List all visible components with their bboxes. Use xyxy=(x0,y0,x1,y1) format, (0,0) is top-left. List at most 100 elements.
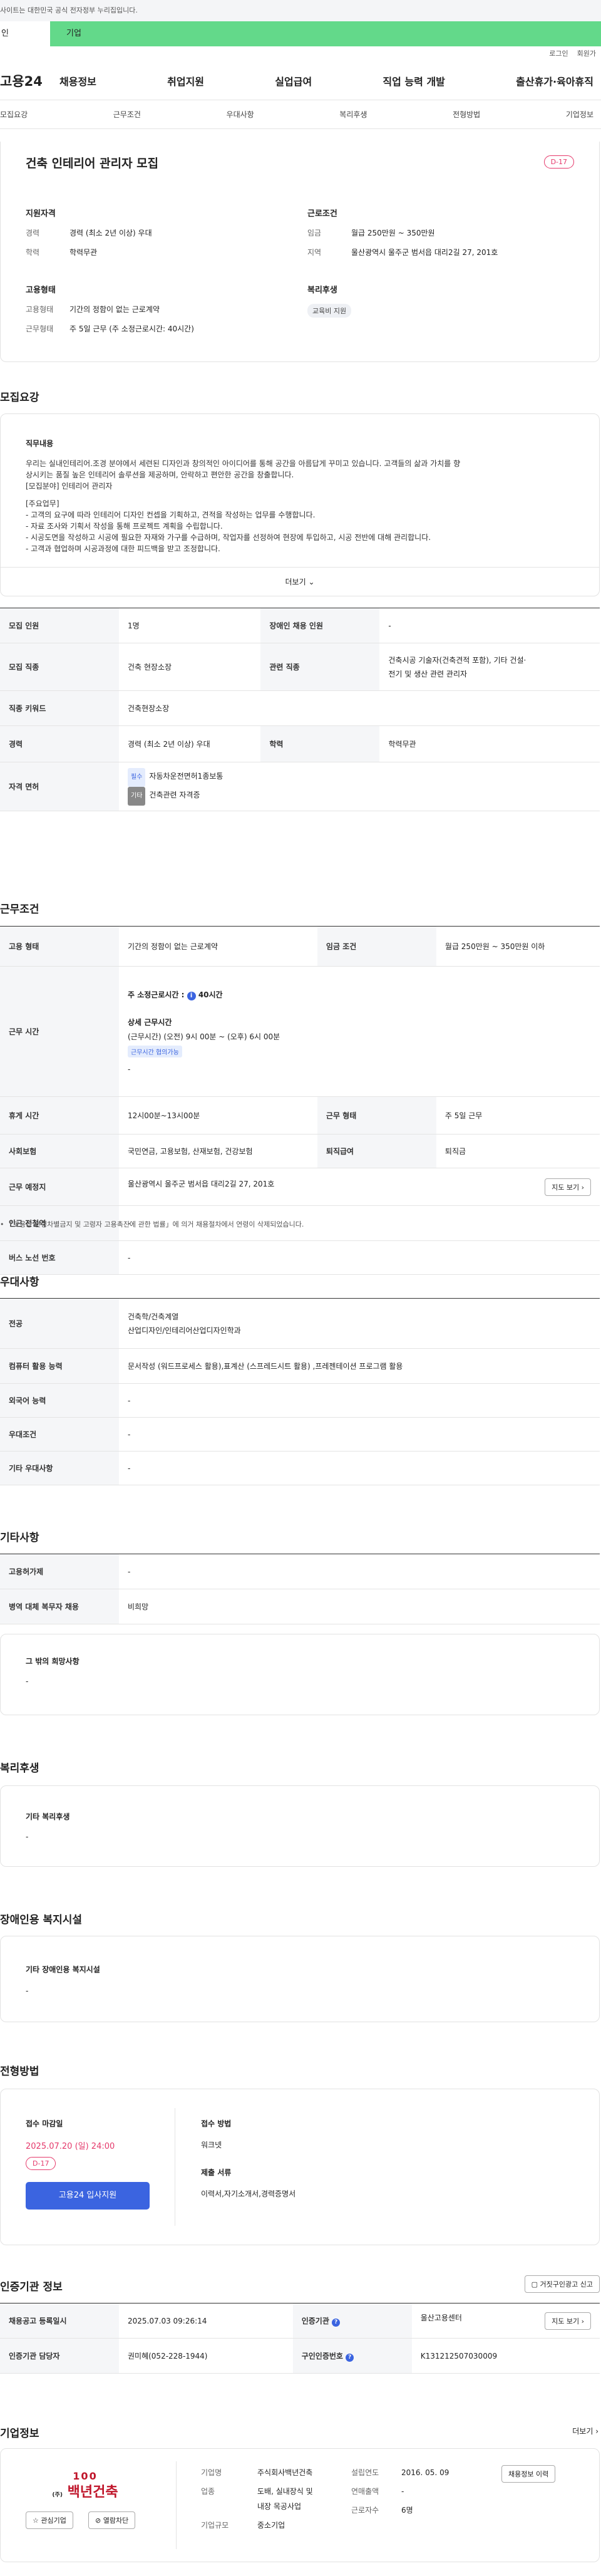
gov-notice-bar: 사이트는 대한민국 공식 전자정부 누리집입니다. xyxy=(0,0,601,21)
cond-value: 월급 250만원 ~ 350만원 xyxy=(351,229,435,237)
signup-link[interactable]: 회원가 xyxy=(577,49,596,58)
segment-corporate[interactable]: 기업 xyxy=(50,21,601,46)
cell-value: 주 5일 근무 xyxy=(436,1096,600,1135)
false-ad-report-button[interactable]: ▢ 거짓구인광고 신고 xyxy=(524,2275,600,2293)
emp-block: 고용형태 고용형태 기간의 정함이 없는 근로계약 근무형태 주 5일 근무 (주 … xyxy=(26,283,289,343)
org-label: 인증기관 xyxy=(301,2316,329,2325)
company-more-link[interactable]: 더보기 › xyxy=(572,2426,598,2436)
job-summary-card: 건축 인테리어 관리자 모집 D-17 지원자격 경력 경력 (최소 2년 이상)… xyxy=(0,142,600,362)
cell-label: 인증기관 ? xyxy=(292,2303,412,2339)
table-row: 자격 면허 필수 자동차운전면허1종보통 기타 건축관련 자격증 xyxy=(0,762,600,811)
cell-value: 건축 현장소장 xyxy=(119,643,261,691)
more-button[interactable]: 더보기 ⌄ xyxy=(1,567,599,596)
segment-personal[interactable]: 인 xyxy=(0,21,50,46)
cell-label: 기타 우대사항 xyxy=(0,1451,119,1485)
emp-label: 고용형태 xyxy=(26,305,54,314)
employees-label: 근로자수 xyxy=(351,2506,379,2515)
est-label: 설립연도 xyxy=(351,2468,379,2477)
gnb-item-jobs[interactable]: 채용정보 xyxy=(59,73,96,88)
report-label: 거짓구인광고 신고 xyxy=(540,2280,593,2288)
cell-value: 비희망 xyxy=(119,1589,600,1624)
company-card: 100 (주) 백년건축 ☆ 관심기업 ⊘ 열람차단 기업명 주식회사백년건축 업… xyxy=(0,2448,600,2562)
industry-line: 도배, 실내장식 및 xyxy=(257,2487,313,2496)
section-title-recruit: 모집요강 xyxy=(0,392,39,404)
cond-value: 울산광역시 울주군 범서읍 대리2길 27, 201호 xyxy=(351,248,498,257)
company-logo: 100 (주) 백년건축 xyxy=(44,2470,126,2501)
duty-line: - 고객의 요구에 따라 인테리어 디자인 컨셉을 기획하고, 견적을 작성하는… xyxy=(26,511,316,519)
info-icon[interactable]: ? xyxy=(332,2318,341,2327)
favorite-company-button[interactable]: ☆ 관심기업 xyxy=(26,2511,73,2529)
cell-label: 경력 xyxy=(0,725,119,762)
chevron-right-icon: › xyxy=(595,2427,598,2436)
logo-sub: (주) xyxy=(52,2492,63,2498)
gnb-item-training[interactable]: 직업 능력 개발 xyxy=(383,73,444,88)
section-title-disability: 장애인용 복지시설 xyxy=(0,1914,83,1926)
map-button[interactable]: 지도 보기 › xyxy=(545,1178,591,1196)
duty-text: 우리는 실내인테리어.조경 분야에서 세련된 디자인과 창의적인 아이디어를 통… xyxy=(26,458,577,554)
agency-map-button[interactable]: 지도 보기 › xyxy=(545,2312,591,2330)
table-row: 근무 예정지 울산광역시 울주군 범서읍 대리2길 27, 201호 지도 보기 › xyxy=(0,1168,600,1206)
tab-benefit[interactable]: 복리후생 xyxy=(339,109,367,120)
gnb-item-leave[interactable]: 출산휴가·육아휴직 xyxy=(516,73,593,88)
section-title-work: 근무조건 xyxy=(0,903,39,916)
etc-table: 고용허가제 - 병역 대체 복무자 채용 비희망 xyxy=(0,1554,600,1624)
cell-label: 우대조건 xyxy=(0,1417,119,1452)
age-note-text: 「고용상 연령차별금지 및 고령자 고용촉진에 관한 법률」에 의거 채용절차에… xyxy=(6,1220,304,1228)
apply-card: 접수 마감일 2025.07.20 (일) 24:00 D-17 고용24 입사… xyxy=(0,2089,600,2245)
login-link[interactable]: 로그인 xyxy=(549,49,568,58)
tab-work[interactable]: 근무조건 xyxy=(113,109,141,120)
block-view-button[interactable]: ⊘ 열람차단 xyxy=(88,2511,136,2529)
company-info-right: 설립연도 2016. 05. 09 연매출액 - 근로자수 6명 xyxy=(351,2465,449,2518)
disability-card: 기타 장애인용 복지시설 - xyxy=(0,1936,600,2022)
cell-value: 울산고용센터 지도 보기 › xyxy=(411,2303,600,2339)
info-icon[interactable]: ? xyxy=(346,2353,354,2362)
hours-value: 40시간 xyxy=(198,990,223,999)
benefit-box-value: - xyxy=(26,1832,29,1841)
company-divider xyxy=(176,2461,177,2549)
sales-label: 연매출액 xyxy=(351,2487,379,2496)
more-label: 더보기 xyxy=(285,578,306,586)
tab-recruit[interactable]: 모집요강 xyxy=(0,109,28,120)
required-tag: 필수 xyxy=(128,767,146,787)
job-history-button[interactable]: 채용정보 이력 xyxy=(501,2465,556,2483)
cell-value: 주 소정근로시간 : i 40시간 상세 근무시간 (근무시간) (오전) 9시… xyxy=(119,966,600,1097)
table-row: 외국어 능력 - xyxy=(0,1383,600,1418)
tab-company[interactable]: 기업정보 xyxy=(566,109,593,120)
cell-label: 고용 형태 xyxy=(0,926,119,967)
site-logo[interactable]: 고용24 xyxy=(0,71,59,90)
company-info-left: 기업명 주식회사백년건축 업종 도배, 실내장식 및 내장 목공사업 기업규모 중소기업 xyxy=(201,2465,313,2533)
duty-line: - 고객과 협업하며 시공과정에 대한 피드백을 받고 조정합니다. xyxy=(26,544,220,553)
gnb-item-unemployment[interactable]: 실업급여 xyxy=(275,73,312,88)
hours-tag: 근무시간 협의가능 xyxy=(128,1046,182,1057)
emp-label: 근무형태 xyxy=(26,325,54,333)
table-row: 고용 형태 기간의 정함이 없는 근로계약 임금 조건 월급 250만원 ~ 350만… xyxy=(0,926,600,967)
cond-label: 지역 xyxy=(307,248,322,257)
license-name: 자동차운전면허1종보통 xyxy=(149,771,223,781)
table-row: 전공 건축학/건축계열 산업디자인/인테리어산업디자인학과 xyxy=(0,1298,600,1349)
cell-label: 병역 대체 복무자 채용 xyxy=(0,1589,119,1624)
qual-block: 지원자격 경력 경력 (최소 2년 이상) 우대 학력 학력무관 xyxy=(26,207,289,266)
report-icon: ▢ xyxy=(531,2280,538,2288)
cell-value: K131212507030009 xyxy=(411,2338,600,2374)
chevron-down-icon: ⌄ xyxy=(308,578,315,586)
age-note: • 「고용상 연령차별금지 및 고령자 고용촉진에 관한 법률」에 의거 채용절… xyxy=(0,1220,304,1228)
tab-pref[interactable]: 우대사항 xyxy=(227,109,254,120)
est-value: 2016. 05. 09 xyxy=(401,2468,449,2477)
cell-value: 기간의 정함이 없는 근로계약 xyxy=(119,926,317,967)
industry-line: 내장 목공사업 xyxy=(257,2502,302,2511)
cell-value: 2025.07.03 09:26:14 xyxy=(119,2303,293,2339)
table-row: 휴게 시간 12시00분~13시00분 근무 형태 주 5일 근무 xyxy=(0,1096,600,1135)
benefit-card: 기타 복리후생 - xyxy=(0,1785,600,1867)
cell-label: 컴퓨터 활용 능력 xyxy=(0,1348,119,1384)
duty-line: - 자료 조사와 기획서 작성을 통해 프로젝트 계획을 수립합니다. xyxy=(26,522,223,531)
duty-line: [모집분야] 인테리어 관리자 xyxy=(26,482,113,491)
disability-box-title: 기타 장애인용 복지시설 xyxy=(26,1965,100,1974)
method-label: 접수 방법 xyxy=(201,2119,232,2128)
cell-label: 채용공고 등록일시 xyxy=(0,2303,119,2339)
company-name-value: 주식회사백년건축 xyxy=(257,2468,313,2477)
apply-button[interactable]: 고용24 입사지원 xyxy=(26,2182,150,2210)
gnb-item-support[interactable]: 취업지원 xyxy=(167,73,204,88)
tab-apply[interactable]: 전형방법 xyxy=(453,109,480,120)
table-row: 직종 키워드 건축현장소장 xyxy=(0,690,600,726)
table-row: 버스 노선 번호 - xyxy=(0,1240,600,1275)
